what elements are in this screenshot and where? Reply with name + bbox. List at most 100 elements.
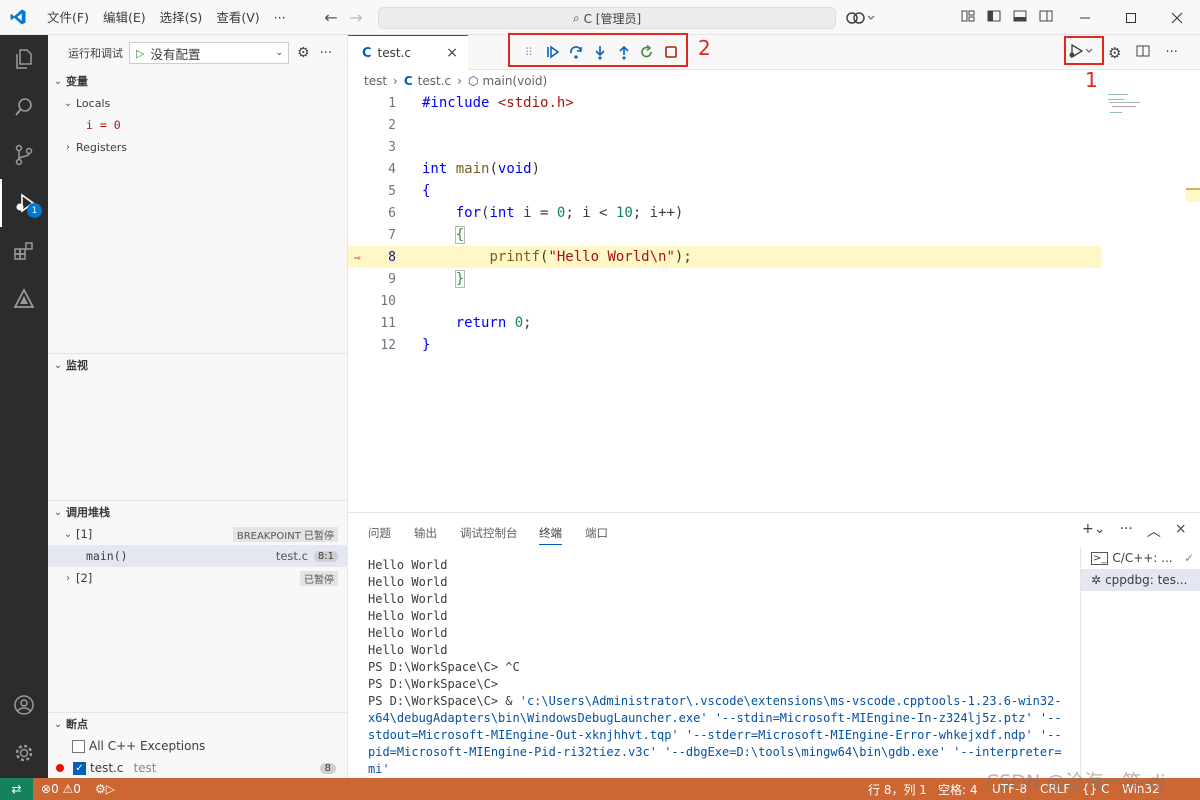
chevron-down-icon[interactable]: ⌄: [60, 98, 76, 109]
indentation[interactable]: 空格: 4: [938, 781, 978, 798]
code-editor[interactable]: 1 #include <stdio.h> 2 3 4 int main(void) …: [348, 92, 1200, 512]
menu-more[interactable]: ···: [267, 0, 293, 35]
chevron-down-icon[interactable]: ⌄: [50, 76, 66, 87]
stop-button[interactable]: [659, 39, 683, 65]
open-launch-json-gear-icon[interactable]: ⚙: [297, 45, 310, 61]
chevron-down-icon[interactable]: ⌄: [50, 360, 66, 371]
terminal-list: >_ C/C++: ... ✓ ✲ cppdbg: tes...: [1080, 547, 1200, 779]
more-actions-icon[interactable]: ···: [1119, 521, 1132, 541]
breadcrumb-symbol[interactable]: main(void): [482, 74, 547, 88]
thread-row-1[interactable]: ⌄ [1] BREAKPOINT 已暂停: [48, 523, 348, 545]
frame-position-badge: 8:1: [313, 550, 338, 562]
maximize-button[interactable]: [1108, 0, 1154, 35]
tab-debug-console[interactable]: 调试控制台: [460, 525, 518, 541]
source-control-icon[interactable]: [0, 131, 48, 179]
split-editor-icon[interactable]: [1135, 43, 1151, 62]
terminal-list-item[interactable]: >_ C/C++: ... ✓: [1081, 547, 1200, 569]
run-and-debug-icon[interactable]: 1: [0, 179, 48, 227]
menu-file[interactable]: 文件(F): [40, 0, 96, 35]
chevron-down-icon[interactable]: ⌄: [60, 529, 76, 540]
registers-scope[interactable]: Registers: [76, 141, 127, 154]
stack-frame-row[interactable]: main() test.c 8:1: [48, 545, 348, 567]
manage-gear-icon[interactable]: [0, 729, 48, 777]
account-icon[interactable]: [0, 681, 48, 729]
breakpoint-folder: test: [133, 761, 157, 775]
minimap[interactable]: [1108, 92, 1178, 132]
callstack-section-title[interactable]: 调用堆栈: [66, 504, 110, 520]
all-exceptions-label: All C++ Exceptions: [89, 739, 206, 753]
debug-launch-icon[interactable]: ⚙▷: [95, 782, 115, 796]
restart-button[interactable]: [636, 39, 660, 65]
chevron-down-icon[interactable]: ⌄: [50, 719, 66, 730]
breadcrumb-folder[interactable]: test: [364, 74, 387, 88]
search-icon: ⌕: [572, 10, 580, 25]
step-into-button[interactable]: [588, 39, 612, 65]
command-center-search[interactable]: ⌕ C [管理员]: [378, 7, 836, 29]
more-actions-icon[interactable]: ···: [320, 46, 332, 61]
breadcrumb-file[interactable]: test.c: [418, 74, 451, 88]
toggle-secondary-sidebar-icon[interactable]: [1038, 8, 1054, 27]
locals-scope[interactable]: Locals: [76, 97, 110, 110]
cursor-position[interactable]: 行 8，列 1: [868, 781, 927, 798]
step-over-button[interactable]: [564, 39, 588, 65]
back-arrow-icon[interactable]: ←: [318, 8, 344, 27]
breakpoints-section-title[interactable]: 断点: [66, 716, 88, 732]
extensions-icon[interactable]: [0, 227, 48, 275]
run-debug-dropdown-icon[interactable]: [1068, 43, 1094, 62]
chevron-right-icon[interactable]: ›: [60, 142, 76, 153]
exceptions-checkbox[interactable]: [72, 739, 85, 753]
thread-row-2[interactable]: › [2] 已暂停: [48, 567, 348, 589]
cmake-icon[interactable]: [0, 275, 48, 323]
minimize-button[interactable]: [1062, 0, 1108, 35]
forward-arrow-icon[interactable]: →: [343, 8, 369, 27]
continue-button[interactable]: [541, 39, 565, 65]
local-variable-i[interactable]: i = 0: [86, 118, 121, 132]
chevron-down-icon[interactable]: ⌄: [50, 507, 66, 518]
menu-edit[interactable]: 编辑(E): [96, 0, 153, 35]
menu-view[interactable]: 查看(V): [209, 0, 266, 35]
chevron-right-icon[interactable]: ›: [60, 573, 76, 584]
debug-toolbar: ⠿: [513, 38, 683, 66]
toggle-panel-icon[interactable]: [1012, 8, 1028, 27]
launch-config-select[interactable]: ▷ 没有配置 ⌄: [129, 42, 289, 64]
terminal-list-item[interactable]: ✲ cppdbg: tes...: [1081, 569, 1200, 591]
terminal-output[interactable]: Hello World Hello World Hello World Hell…: [368, 557, 1064, 794]
maximize-panel-chevron-up-icon[interactable]: ︿: [1147, 521, 1161, 541]
annotation-label-2: 2: [698, 36, 711, 60]
command-center-label: C [管理员]: [583, 11, 642, 26]
check-icon: ✓: [1183, 551, 1194, 565]
more-actions-icon[interactable]: ···: [1165, 45, 1177, 60]
tab-output[interactable]: 输出: [414, 525, 437, 541]
close-button[interactable]: [1154, 0, 1200, 35]
breakpoint-checkbox[interactable]: ✓: [73, 761, 86, 775]
close-panel-icon[interactable]: ×: [1175, 521, 1187, 541]
tab-ports[interactable]: 端口: [585, 525, 608, 541]
breakpoint-file: test.c: [90, 761, 124, 775]
toggle-sidebar-icon[interactable]: [986, 8, 1002, 27]
problems-status[interactable]: ⊗0 ⚠0: [41, 782, 81, 796]
variables-section-title[interactable]: 变量: [66, 73, 88, 89]
tab-terminal[interactable]: 终端: [539, 525, 562, 545]
tab-test-c[interactable]: C test.c ×: [348, 35, 468, 70]
watch-section-title[interactable]: 监视: [66, 357, 88, 373]
search-icon[interactable]: [0, 83, 48, 131]
code-line: printf("Hello World\n");: [489, 249, 692, 265]
settings-gear-icon[interactable]: ⚙: [1108, 44, 1121, 62]
terminal-icon: >_: [1091, 551, 1109, 565]
step-out-button[interactable]: [612, 39, 636, 65]
explorer-icon[interactable]: [0, 35, 48, 83]
menu-selection[interactable]: 选择(S): [153, 0, 210, 35]
drag-handle-icon[interactable]: ⠿: [517, 39, 541, 65]
debug-badge: 1: [27, 203, 42, 218]
copilot-icon[interactable]: [846, 0, 876, 35]
editor-tab-bar: C test.c × ⠿ ⚙ ···: [348, 35, 1200, 70]
start-debug-icon[interactable]: ▷: [136, 47, 144, 60]
remote-indicator-icon[interactable]: ⇄: [0, 778, 33, 800]
error-icon: ⊗: [41, 782, 52, 796]
tab-problems[interactable]: 问题: [368, 525, 391, 541]
close-tab-icon[interactable]: ×: [446, 45, 458, 61]
code-line: }: [454, 270, 466, 288]
function-symbol-icon: ⬡: [467, 74, 479, 88]
new-terminal-plus-icon[interactable]: +⌄: [1082, 521, 1105, 541]
customize-layout-icon[interactable]: [960, 8, 976, 27]
